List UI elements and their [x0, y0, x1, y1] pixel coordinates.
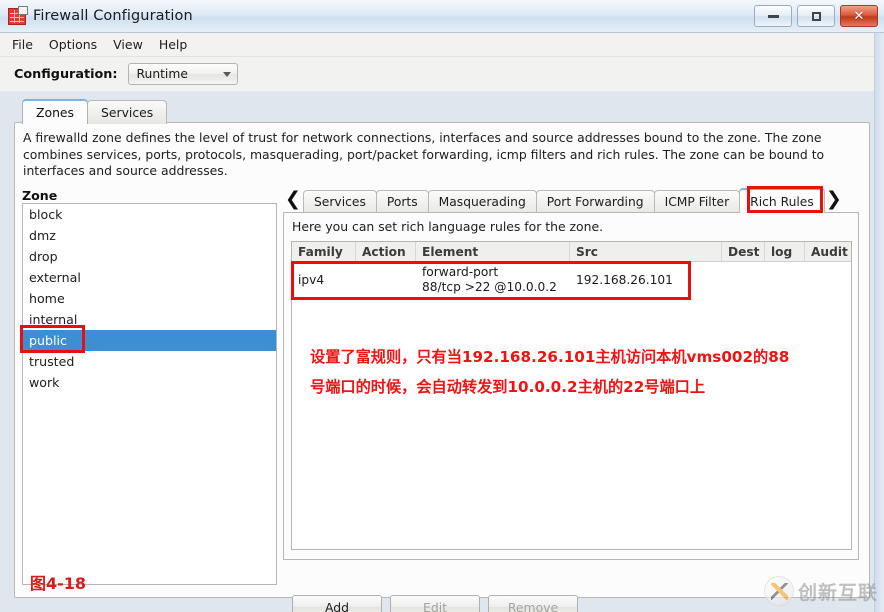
zone-item-work[interactable]: work: [23, 372, 276, 393]
maximize-button[interactable]: [797, 5, 835, 27]
configuration-selected-value: Runtime: [136, 67, 188, 81]
watermark: 创新互联: [763, 576, 878, 606]
configuration-row: Configuration: Runtime: [0, 57, 884, 91]
configuration-label: Configuration:: [14, 66, 118, 82]
minimize-icon: [767, 14, 779, 18]
menu-bar: File Options View Help: [0, 33, 884, 57]
zone-item-drop[interactable]: drop: [23, 246, 276, 267]
annotation-note: 设置了富规则，只有当192.168.26.101主机访问本机vms002的88 …: [310, 342, 850, 402]
tab-icmp-filter[interactable]: ICMP Filter: [653, 190, 741, 213]
menu-item-help[interactable]: Help: [159, 37, 188, 52]
zone-item-dmz[interactable]: dmz: [23, 225, 276, 246]
remove-button: Remove: [488, 595, 578, 612]
title-bar: Firewall Configuration ✕: [0, 0, 884, 33]
table-row[interactable]: ipv4 forward-port 88/tcp >22 @10.0.0.2 1…: [292, 262, 851, 298]
window-controls: ✕: [754, 5, 878, 27]
cell-element: forward-port 88/tcp >22 @10.0.0.2: [416, 262, 570, 298]
window-title: Firewall Configuration: [33, 8, 193, 24]
column-header-src: Src: [570, 242, 722, 261]
tab-ports[interactable]: Ports: [375, 190, 429, 213]
tab-scroll-left-icon[interactable]: ❮: [283, 186, 303, 213]
cell-log: [765, 262, 805, 298]
cell-src: 192.168.26.101: [576, 273, 673, 287]
cell-element-line2: 88/tcp >22 @10.0.0.2: [422, 280, 557, 294]
watermark-text: 创新互联: [797, 581, 878, 604]
figure-caption: 图4-18: [30, 574, 87, 593]
zone-item-internal[interactable]: internal: [23, 309, 276, 330]
tab-services[interactable]: Services: [87, 100, 168, 124]
edit-button: Edit: [390, 595, 480, 612]
title-bar-left: Firewall Configuration: [0, 5, 193, 25]
cell-family: ipv4: [298, 273, 325, 287]
rich-rules-hint: Here you can set rich language rules for…: [292, 219, 604, 234]
tab-port-forwarding[interactable]: Port Forwarding: [535, 190, 655, 213]
tab-masquerading[interactable]: Masquerading: [427, 190, 537, 213]
firewall-brick-icon: [8, 5, 28, 25]
rich-rules-panel: Here you can set rich language rules for…: [283, 212, 859, 612]
maximize-icon: [811, 11, 821, 21]
annotation-note-line2: 号端口的时候，会自动转发到10.0.0.2主机的22号端口上: [310, 378, 706, 396]
zone-description-text: A firewalld zone defines the level of tr…: [23, 130, 825, 178]
main-tab-bar: Zones Services: [22, 99, 168, 124]
rich-rules-table: Family Action Element Src Dest log Audit…: [291, 241, 852, 550]
tab-zones[interactable]: Zones: [22, 99, 89, 124]
column-header-family: Family: [292, 242, 356, 261]
column-header-log: log: [765, 242, 805, 261]
zone-list-header: Zone: [22, 188, 58, 203]
cell-action: [356, 262, 416, 298]
minimize-button[interactable]: [754, 5, 792, 27]
configuration-select[interactable]: Runtime: [127, 63, 238, 85]
zone-item-external[interactable]: external: [23, 267, 276, 288]
zone-list[interactable]: block dmz drop external home internal pu…: [22, 203, 277, 585]
cell-dest: [722, 262, 765, 298]
watermark-logo-icon: [763, 576, 794, 606]
add-button[interactable]: Add: [292, 595, 382, 612]
firewall-configuration-window: Firewall Configuration ✕ File Options Vi…: [0, 0, 884, 612]
menu-item-options[interactable]: Options: [49, 37, 97, 52]
column-header-audit: Audit: [811, 244, 848, 259]
chevron-down-icon: [222, 71, 231, 77]
tab-rich-rules[interactable]: Rich Rules: [739, 188, 825, 213]
zone-item-public[interactable]: public: [23, 330, 276, 351]
rich-rules-button-row: Add Edit Remove: [292, 595, 578, 612]
close-button[interactable]: ✕: [840, 5, 878, 27]
column-header-element: Element: [416, 242, 570, 261]
zone-detail-panel: ❮ Services Ports Masquerading Port Forwa…: [283, 186, 859, 612]
table-header-row: Family Action Element Src Dest log Audit: [292, 242, 851, 262]
annotation-note-line1: 设置了富规则，只有当192.168.26.101主机访问本机vms002的88: [310, 348, 790, 366]
window-scroll-strip[interactable]: [874, 33, 884, 612]
cell-audit: [805, 262, 851, 298]
zone-item-block[interactable]: block: [23, 204, 276, 225]
zone-detail-tab-bar: ❮ Services Ports Masquerading Port Forwa…: [283, 186, 859, 213]
tab-scroll-right-icon[interactable]: ❯: [824, 186, 844, 213]
menu-item-file[interactable]: File: [12, 37, 33, 52]
cell-element-line1: forward-port: [422, 265, 499, 279]
zone-item-trusted[interactable]: trusted: [23, 351, 276, 372]
column-header-dest: Dest: [722, 242, 765, 261]
tab-services[interactable]: Services: [303, 190, 377, 213]
menu-item-view[interactable]: View: [113, 37, 143, 52]
zone-item-home[interactable]: home: [23, 288, 276, 309]
column-header-action: Action: [356, 242, 416, 261]
